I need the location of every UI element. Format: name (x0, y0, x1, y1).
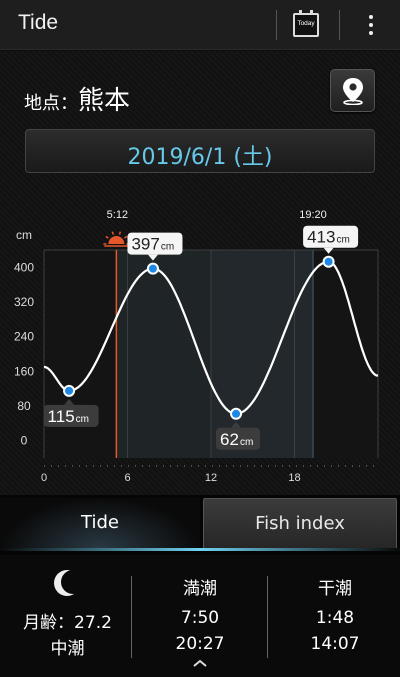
sunrise-icon-disc (108, 236, 125, 244)
high-tide-marker (324, 257, 333, 266)
sunset-time-label: 19:20 (299, 209, 327, 221)
toolbar-divider (339, 10, 340, 40)
moon-column: 月齢：27.2 中潮 (10, 608, 125, 660)
moon-age: 月齢：27.2 (23, 613, 112, 633)
tide-unit-label: cm (240, 437, 253, 448)
more-vert-icon-dot (369, 31, 373, 35)
y-tick-label: 160 (14, 364, 34, 378)
tide-chart: cm4003202401608000 6 12 185:12 19:20115cm397… (14, 209, 379, 484)
low-tide-time-2: 14:07 (310, 634, 360, 654)
y-tick-label: 80 (17, 399, 31, 413)
afternoon-region (211, 250, 314, 458)
high-tide-header: 満潮 (183, 579, 217, 599)
tide-type: 中潮 (50, 639, 85, 659)
date-label: 2019/6/1 (土) (127, 145, 273, 170)
overflow-menu-button[interactable] (358, 10, 384, 40)
location-row: 地点：熊本 (24, 80, 130, 117)
sunrise-time-label: 5:12 (107, 209, 128, 221)
low-tide-marker (65, 386, 74, 395)
more-vert-icon (369, 15, 373, 19)
location-label: 地点： (24, 93, 78, 114)
info-divider (131, 576, 132, 658)
tide-unit-label: cm (76, 414, 89, 425)
y-tick-label: 0 (21, 434, 28, 448)
y-tick-label: 240 (14, 330, 34, 344)
map-pin-button[interactable] (330, 69, 375, 112)
high-tide-time-2: 20:27 (175, 634, 225, 654)
x-tick-label: 0 (41, 472, 47, 484)
toolbar-divider (276, 10, 277, 40)
tab-indicator (0, 548, 400, 551)
y-tick-label: 400 (14, 260, 34, 274)
info-divider (267, 576, 268, 658)
date-selector[interactable]: 2019/6/1 (土) (25, 129, 375, 173)
moon-phase-icon (54, 570, 82, 596)
sunrise-icon-ray (118, 231, 122, 235)
low-tide-header: 干潮 (318, 579, 352, 599)
sunrise-icon-ray (124, 235, 128, 239)
x-tick-label: 12 (205, 472, 217, 484)
app-title: Tide (18, 11, 59, 34)
map-pin-icon (343, 78, 363, 105)
tab-tide[interactable]: Tide (0, 498, 200, 550)
y-tick-label: 320 (14, 295, 34, 309)
tide-unit-label: cm (161, 242, 174, 253)
expand-up-icon[interactable] (192, 658, 208, 668)
sunrise-icon (103, 231, 130, 247)
tab-bar: Tide Fish index (0, 495, 400, 555)
high-tide-time-1: 7:50 (180, 608, 220, 628)
today-icon-label: Today (297, 20, 315, 27)
high-tide-column: 満潮 7:50 20:27 (140, 574, 260, 660)
y-axis-unit: cm (16, 228, 32, 242)
today-button[interactable]: Today (290, 10, 322, 40)
location-name: 熊本 (78, 86, 131, 116)
high-tide-marker (148, 264, 157, 273)
tide-unit-label: cm (336, 235, 349, 246)
low-tide-marker (232, 409, 241, 418)
x-tick-label: 6 (124, 472, 130, 484)
sunrise-icon-ray (105, 235, 109, 239)
app-bar: Tide Today (0, 0, 400, 50)
low-tide-time-1: 1:48 (315, 608, 355, 628)
tab-fish-index[interactable]: Fish index (203, 498, 397, 550)
low-tide-column: 干潮 1:48 14:07 (275, 574, 395, 660)
sunrise-icon-ray (111, 231, 114, 235)
more-vert-icon-dot (369, 23, 373, 27)
calendar-today-icon: Today (293, 10, 319, 37)
night-region-evening (313, 250, 378, 458)
x-tick-label: 18 (288, 472, 300, 484)
